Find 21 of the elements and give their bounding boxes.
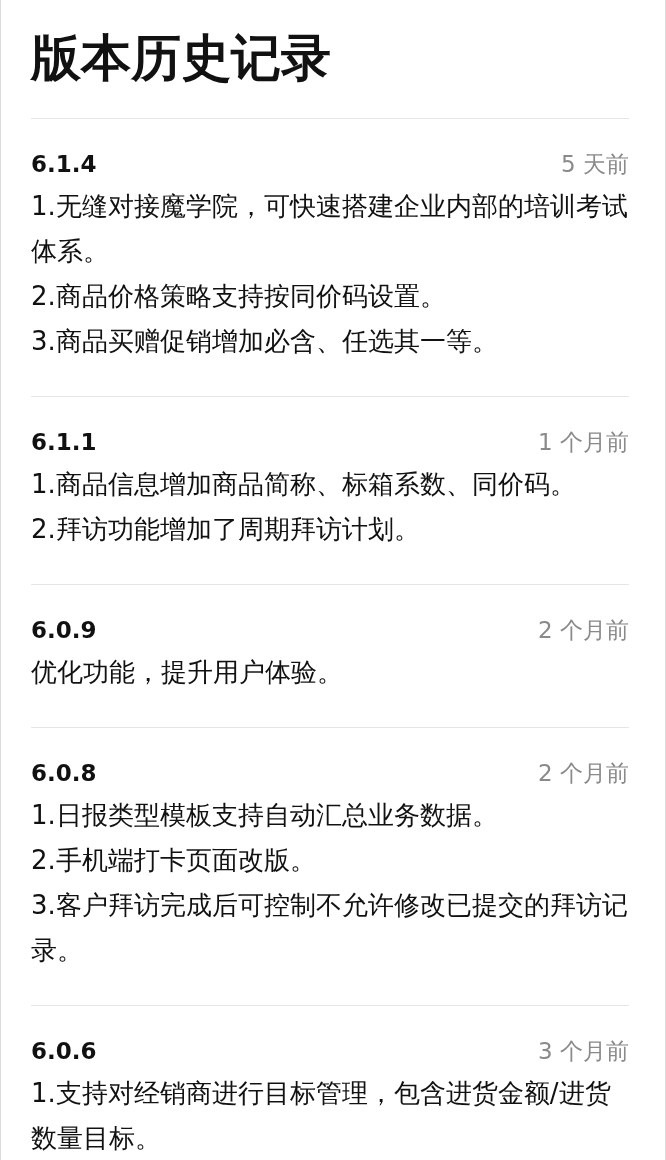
release-note: 3.商品买赠促销增加必含、任选其一等。: [31, 325, 499, 358]
version-number: 6.0.9: [31, 615, 97, 645]
release-note: 2.商品价格策略支持按同价码设置。: [31, 280, 447, 313]
release-note: 3.客户拜访完成后可控制不允许修改已提交的拜访记录。: [31, 889, 629, 967]
release-time: 2 个月前: [538, 758, 629, 788]
release-time: 5 天前: [561, 149, 629, 179]
release-note: 2.手机端打卡页面改版。: [31, 844, 317, 877]
release-note: 1.支持对经销商进行目标管理，包含进货金额/进货数量目标。: [31, 1077, 612, 1155]
release-note: 1.商品信息增加商品简称、标箱系数、同价码。: [31, 468, 577, 501]
release-time: 3 个月前: [538, 1036, 629, 1066]
release-note: 1.日报类型模板支持自动汇总业务数据。: [31, 799, 499, 832]
release-note: 1.无缝对接魔学院，可快速搭建企业内部的培训考试体系。: [31, 190, 629, 268]
release-time: 2 个月前: [538, 615, 629, 645]
version-number: 6.1.4: [31, 149, 97, 179]
release-time: 1 个月前: [538, 427, 629, 457]
release-note: 2.拜访功能增加了周期拜访计划。: [31, 513, 421, 546]
version-number: 6.1.1: [31, 427, 97, 457]
release-note: 优化功能，提升用户体验。: [31, 656, 344, 689]
version-number: 6.0.8: [31, 758, 97, 788]
page-title: 版本历史记录: [31, 0, 629, 119]
version-number: 6.0.6: [31, 1036, 97, 1066]
